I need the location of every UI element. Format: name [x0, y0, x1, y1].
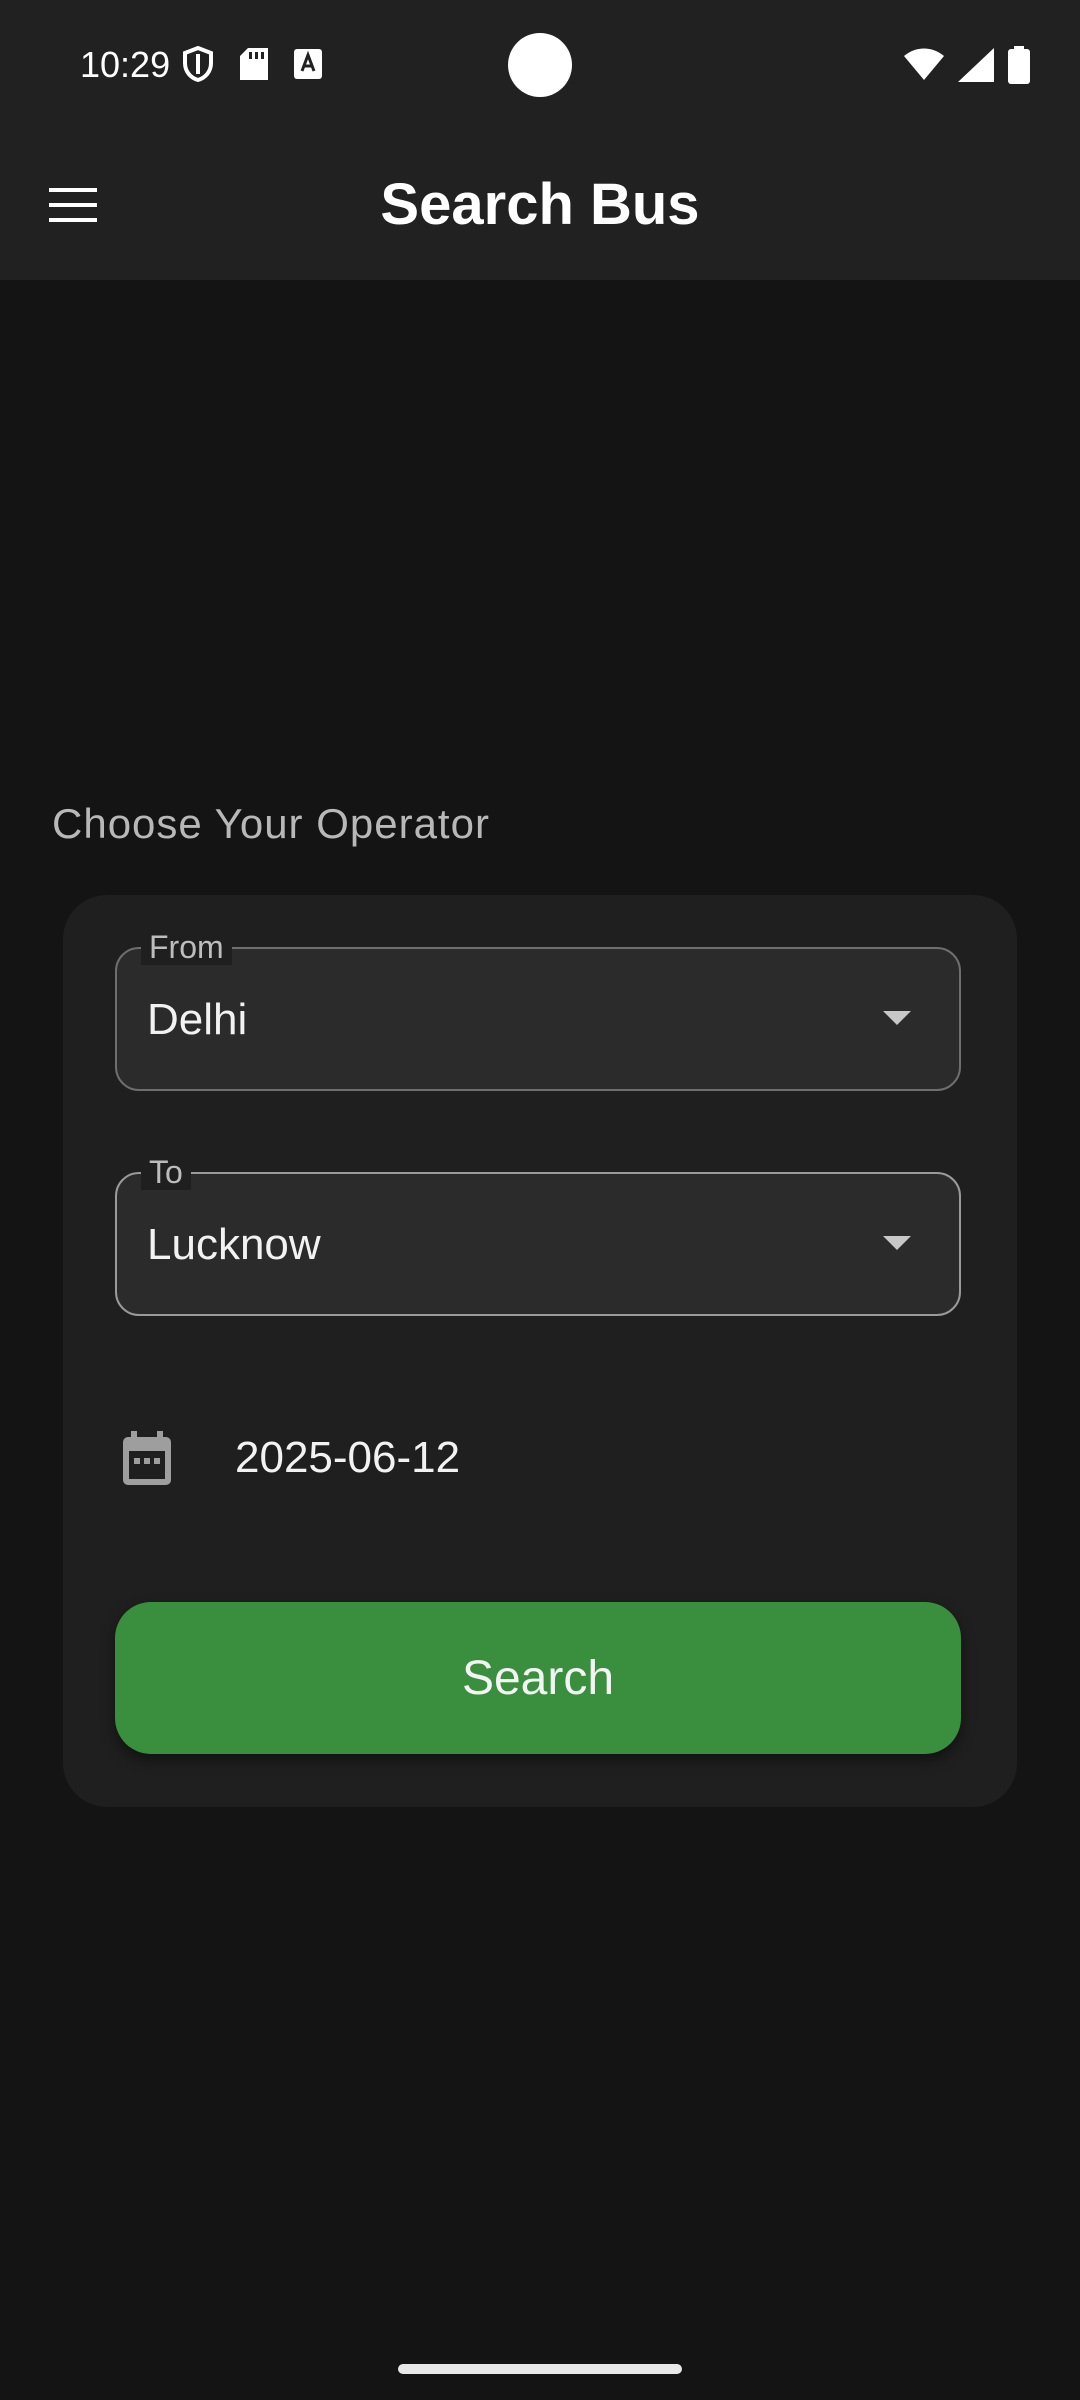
date-value: 2025-06-12	[235, 1433, 461, 1482]
calendar-icon	[121, 1431, 173, 1492]
status-icons-left	[182, 46, 322, 82]
signal-icon	[958, 48, 994, 87]
dropdown-arrow-icon	[883, 1236, 911, 1250]
battery-icon	[1008, 46, 1030, 89]
text-a-icon	[294, 49, 322, 79]
to-value: Lucknow	[147, 1220, 321, 1269]
shield-icon	[182, 46, 214, 82]
from-dropdown[interactable]: From Delhi	[115, 929, 961, 1091]
page-title: Search Bus	[380, 172, 700, 237]
section-label: Choose Your Operator	[52, 800, 490, 847]
search-form-card: From Delhi To Lucknow 2025-06-12 Search	[63, 895, 1017, 1807]
to-dropdown[interactable]: To Lucknow	[115, 1154, 961, 1316]
wifi-icon	[904, 48, 944, 87]
status-bar: 10:29	[0, 0, 1080, 130]
status-time: 10:29	[80, 44, 171, 85]
home-indicator[interactable]	[398, 2364, 682, 2374]
camera-cutout	[508, 33, 572, 97]
to-label: To	[141, 1154, 191, 1190]
from-label: From	[141, 929, 232, 965]
dropdown-arrow-icon	[883, 1011, 911, 1025]
sd-card-icon	[240, 48, 268, 80]
date-picker[interactable]: 2025-06-12	[115, 1415, 961, 1505]
search-button[interactable]: Search	[115, 1602, 961, 1754]
from-value: Delhi	[147, 995, 248, 1044]
status-icons-right	[904, 46, 1030, 89]
